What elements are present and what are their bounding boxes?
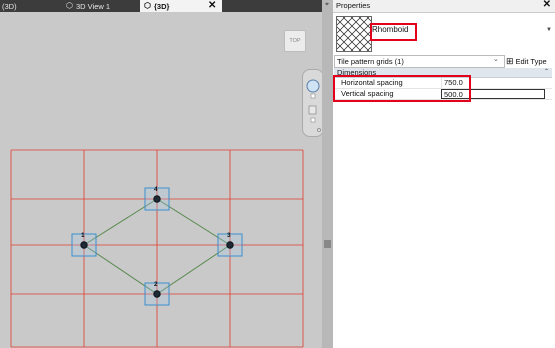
view-tab-bar: (3D) ⬡ 3D View 1 ⬡ {3D} ✕ xyxy=(0,0,322,12)
properties-panel: Properties ✕ Rhomboid ▼ Tile pattern gri… xyxy=(333,0,555,348)
3d-view-icon: ⬡ xyxy=(66,1,73,10)
properties-title: Properties xyxy=(336,1,371,10)
drawing-canvas[interactable]: 1 2 3 4 xyxy=(0,12,322,348)
splitter-grip[interactable] xyxy=(324,240,331,248)
tab-3d-label: (3D) xyxy=(2,1,17,11)
collapse-icon[interactable]: ⌃ xyxy=(544,68,549,75)
close-tab-icon[interactable]: ✕ xyxy=(208,0,216,12)
grid-point-label: 1 xyxy=(81,232,85,239)
grid-point-label: 2 xyxy=(154,281,158,288)
tile-pattern-drawing: 1 2 3 4 xyxy=(10,149,304,348)
edit-type-label: Edit Type xyxy=(515,56,547,66)
grid-point-label: 4 xyxy=(154,186,158,193)
zoom-dropdown-icon[interactable] xyxy=(310,117,316,123)
grid-point-dot[interactable] xyxy=(226,241,234,249)
tab-3d-active-label: {3D} xyxy=(153,1,170,11)
viewcube-top[interactable]: TOP xyxy=(284,30,306,52)
steering-wheel-icon[interactable] xyxy=(306,79,320,93)
tab-3d-view-1-label: 3D View 1 xyxy=(75,1,111,11)
filter-label: Tile pattern grids (1) xyxy=(337,57,404,66)
3d-view-icon: ⬡ xyxy=(144,1,151,10)
tab-3d-view-1[interactable]: ⬡ 3D View 1 xyxy=(66,0,110,12)
highlight-dimensions xyxy=(333,75,471,102)
highlight-type-name xyxy=(370,23,417,41)
panel-splitter[interactable] xyxy=(322,0,333,348)
chevron-down-icon[interactable]: ⌄ xyxy=(493,55,499,63)
edit-type-icon: ⊞ xyxy=(506,55,514,66)
navigation-bar[interactable] xyxy=(302,69,324,137)
panel-pin-icon[interactable]: ⌖ xyxy=(325,1,329,9)
close-icon[interactable]: ✕ xyxy=(543,0,551,10)
nav-options-icon[interactable] xyxy=(317,128,321,132)
tile-grid xyxy=(10,149,304,348)
grid-point-dot[interactable] xyxy=(80,241,88,249)
grid-point-dot[interactable] xyxy=(153,290,161,298)
grid-point-dot[interactable] xyxy=(153,195,161,203)
crosshatch-pattern-icon xyxy=(336,16,372,52)
nav-dropdown-icon[interactable] xyxy=(310,93,316,99)
grid-point-label: 3 xyxy=(227,232,231,239)
edit-type-button[interactable]: ⊞ Edit Type xyxy=(506,55,547,67)
type-selector-chevron-icon[interactable]: ▼ xyxy=(546,27,552,33)
zoom-region-icon[interactable] xyxy=(308,105,317,115)
tab-3d[interactable]: (3D) xyxy=(2,0,17,12)
